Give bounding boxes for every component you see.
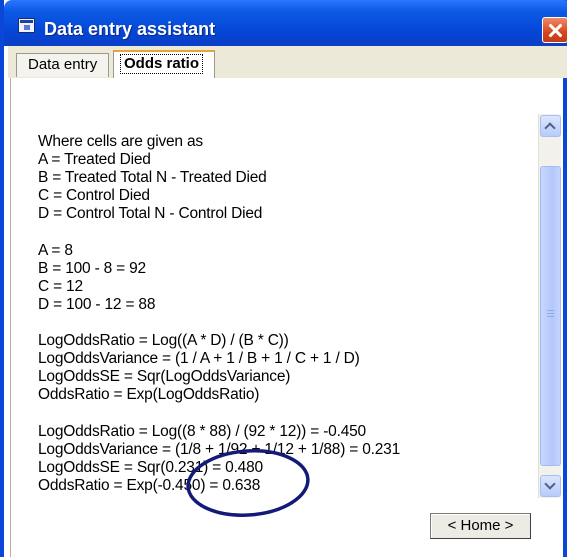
text-line: LogOddsSE = Sqr(0.231) = 0.480	[38, 458, 263, 476]
scroll-thumb[interactable]	[540, 166, 561, 466]
text-line: LogOddsVariance = (1 / A + 1 / B + 1 / C…	[38, 350, 360, 368]
text-line: C = Control Died	[38, 187, 150, 205]
text-line: B = Treated Total N - Treated Died	[38, 169, 267, 187]
text-line: D = 100 - 12 = 88	[38, 295, 156, 313]
text-line: Where cells are given as	[38, 133, 203, 150]
text-line: C = 12	[38, 277, 83, 295]
window-title: Data entry assistant	[44, 19, 216, 39]
tab-data-entry[interactable]: Data entry	[16, 53, 109, 77]
odds-ratio-text-box[interactable]: Where cells are given as A = Treated Die…	[38, 133, 400, 495]
app-window-icon	[18, 18, 35, 33]
text-line: LogOddsRatio = Log((A * D) / (B * C))	[38, 332, 289, 350]
text-line: OddsRatio = Exp(LogOddsRatio)	[38, 386, 260, 404]
home-button[interactable]: < Home >	[430, 513, 531, 539]
tab-odds-ratio[interactable]: Odds ratio	[113, 50, 215, 78]
text-line: A = 8	[38, 241, 73, 259]
tab-odds-ratio-label: Odds ratio	[120, 54, 204, 74]
text-line: LogOddsSE = Sqr(LogOddsVariance)	[38, 368, 291, 386]
text-line: D = Control Total N - Control Died	[38, 205, 263, 223]
text-line: LogOddsVariance = (1/8 + 1/92 + 1/12 + 1…	[38, 440, 401, 458]
scroll-up-button[interactable]	[540, 115, 561, 137]
title-bar[interactable]: Data entry assistant	[4, 0, 567, 46]
text-line: OddsRatio = Exp(-0.450) = 0.638	[38, 476, 261, 494]
text-line: LogOddsRatio = Log((8 * 88) / (92 * 12))…	[38, 422, 366, 440]
close-button[interactable]	[542, 17, 567, 43]
scroll-down-button[interactable]	[540, 475, 561, 497]
text-line: B = 100 - 8 = 92	[38, 259, 146, 277]
vertical-scrollbar[interactable]	[538, 114, 561, 498]
tab-strip: Data entry Odds ratio	[8, 46, 567, 78]
text-line: A = Treated Died	[38, 151, 151, 169]
